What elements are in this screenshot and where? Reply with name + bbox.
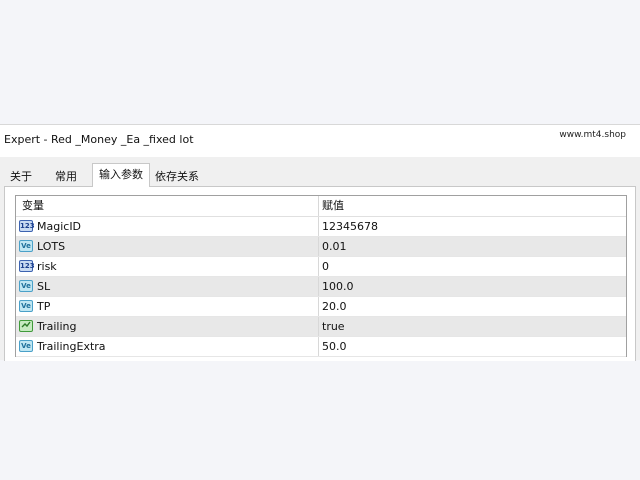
parameters-grid: 变量 赋值 123 MagicID 12345678 Ve LOTS 0.01 … [15,195,627,357]
column-header-variable[interactable]: 变量 [22,196,44,216]
param-value[interactable]: 50.0 [322,337,347,356]
param-row-trailingextra[interactable]: Ve TrailingExtra 50.0 [16,337,626,357]
param-name: LOTS [37,240,66,253]
param-name: TP [37,300,51,313]
grid-header: 变量 赋值 [16,196,626,217]
param-row-magicid[interactable]: 123 MagicID 12345678 [16,217,626,237]
column-divider [318,317,319,336]
tab-common[interactable]: 常用 [55,167,77,187]
param-value[interactable]: 12345678 [322,217,378,236]
param-row-tp[interactable]: Ve TP 20.0 [16,297,626,317]
watermark-text: www.mt4.shop [559,130,626,140]
double-icon: Ve [19,280,33,292]
double-icon: Ve [19,300,33,312]
column-divider [318,257,319,276]
int-icon: 123 [19,220,35,232]
column-divider [318,237,319,256]
param-value[interactable]: 0 [322,257,329,276]
column-divider [318,277,319,296]
double-icon: Ve [19,240,33,252]
column-divider [318,217,319,236]
expert-properties-window: Expert - Red _Money _Ea _fixed lot www.m… [0,124,640,361]
param-name: MagicID [37,220,82,233]
param-row-lots[interactable]: Ve LOTS 0.01 [16,237,626,257]
tab-dependencies[interactable]: 依存关系 [155,167,199,187]
param-value[interactable]: 20.0 [322,297,347,316]
param-value[interactable]: true [322,317,345,336]
column-divider [318,337,319,356]
inputs-panel: 变量 赋值 123 MagicID 12345678 Ve LOTS 0.01 … [4,186,636,361]
title-bar: Expert - Red _Money _Ea _fixed lot www.m… [0,125,640,157]
param-name: TrailingExtra [37,340,106,353]
bool-icon [19,320,33,332]
double-icon: Ve [19,340,33,352]
tab-bar: 关于 常用 输入参数 依存关系 [0,163,640,187]
column-header-value[interactable]: 赋值 [322,196,344,216]
int-icon: 123 [19,260,35,272]
param-value[interactable]: 100.0 [322,277,354,296]
param-name: risk [37,260,57,273]
window-title: Expert - Red _Money _Ea _fixed lot [4,133,194,146]
tab-about[interactable]: 关于 [10,167,32,187]
param-row-trailing[interactable]: Trailing true [16,317,626,337]
tab-inputs[interactable]: 输入参数 [92,163,150,187]
param-row-risk[interactable]: 123 risk 0 [16,257,626,277]
column-divider[interactable] [318,196,319,216]
param-row-sl[interactable]: Ve SL 100.0 [16,277,626,297]
param-value[interactable]: 0.01 [322,237,347,256]
bool-icon-glyph [21,321,31,328]
column-divider [318,297,319,316]
param-name: SL [37,280,51,293]
param-name: Trailing [37,320,77,333]
